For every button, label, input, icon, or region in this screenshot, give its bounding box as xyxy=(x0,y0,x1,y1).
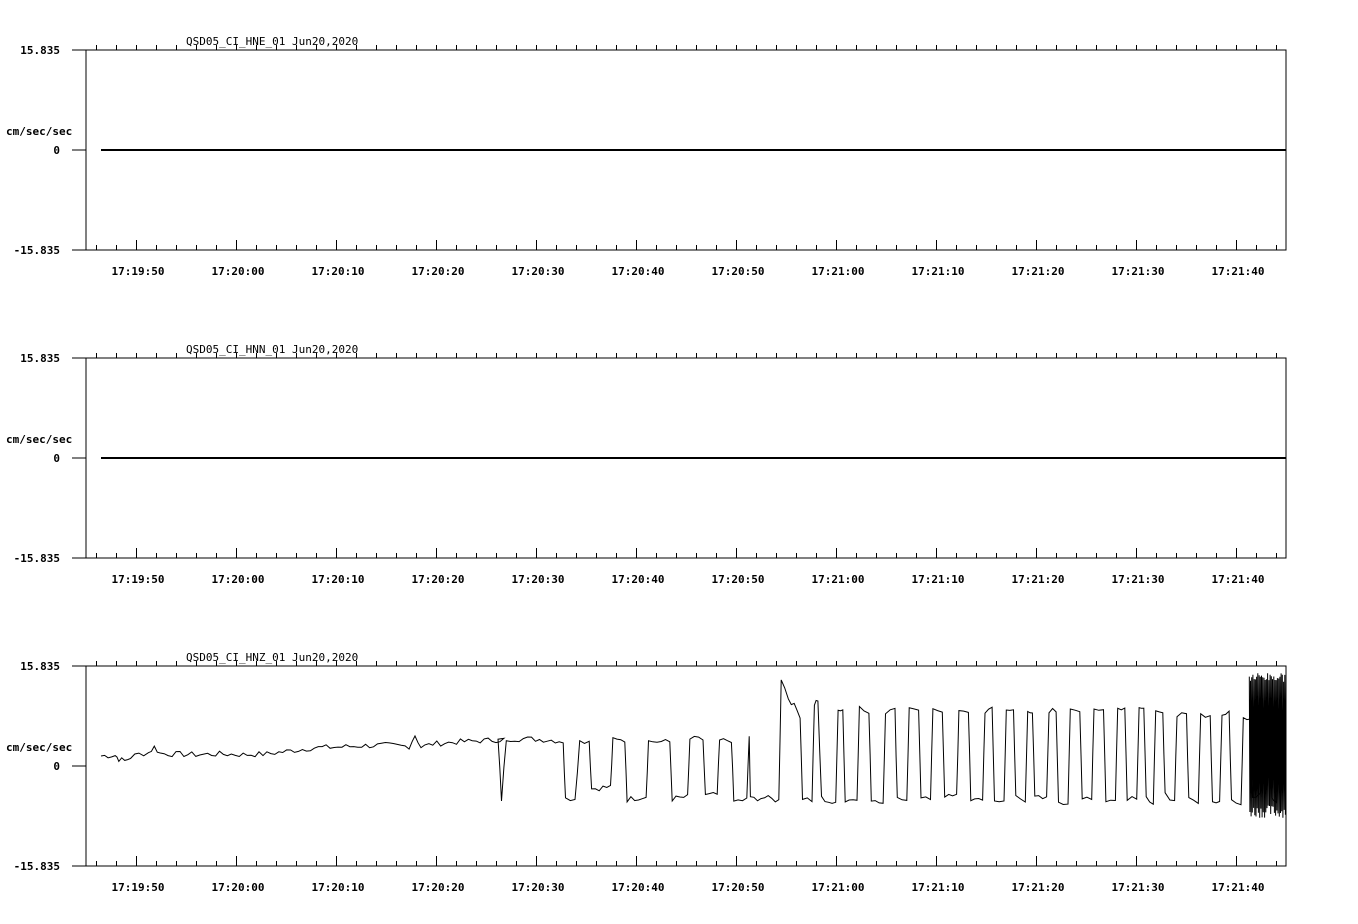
x-tick-label: 17:21:10 xyxy=(912,265,965,278)
y-axis-label: cm/sec/sec xyxy=(6,741,72,754)
panel-title: QSD05_CI_HNZ_01 Jun20,2020 xyxy=(186,651,358,664)
x-tick-label: 17:21:40 xyxy=(1212,573,1265,586)
x-tick-label: 17:20:50 xyxy=(712,265,765,278)
panel-title: QSD05_CI_HNE_01 Jun20,2020 xyxy=(186,35,358,48)
x-tick-label: 17:20:10 xyxy=(312,265,365,278)
panel-title: QSD05_CI_HNN_01 Jun20,2020 xyxy=(186,343,358,356)
y-tick-label: 15.835 xyxy=(20,44,60,57)
seismogram-figure: QSD05_CI_HNE_01 Jun20,2020 15.835 0 -15.835… xyxy=(6,35,1287,894)
y-tick-label: -15.835 xyxy=(14,244,60,257)
x-tick-label: 17:21:30 xyxy=(1112,881,1165,894)
x-tick-label: 17:20:00 xyxy=(212,573,265,586)
x-tick-label: 17:19:50 xyxy=(112,881,165,894)
x-tick-label: 17:20:40 xyxy=(612,573,665,586)
panel-2: QSD05_CI_HNZ_01 Jun20,2020 15.835 0 -15.835… xyxy=(6,651,1287,894)
x-tick-label: 17:20:00 xyxy=(212,881,265,894)
x-tick-label: 17:19:50 xyxy=(112,573,165,586)
y-axis-label: cm/sec/sec xyxy=(6,125,72,138)
x-tick-label: 17:20:50 xyxy=(712,573,765,586)
x-tick-label: 17:21:40 xyxy=(1212,881,1265,894)
x-tick-label: 17:20:10 xyxy=(312,881,365,894)
plot-frame xyxy=(85,665,1287,867)
x-tick-label: 17:20:20 xyxy=(412,265,465,278)
x-tick-label: 17:20:50 xyxy=(712,881,765,894)
x-tick-label: 17:19:50 xyxy=(112,265,165,278)
y-tick-label: -15.835 xyxy=(14,860,60,873)
y-tick-label: 15.835 xyxy=(20,352,60,365)
x-tick-label: 17:20:20 xyxy=(412,881,465,894)
x-tick-label: 17:20:30 xyxy=(512,573,565,586)
y-tick-label: 0 xyxy=(53,760,60,773)
panel-1: QSD05_CI_HNN_01 Jun20,2020 15.835 0 -15.835… xyxy=(6,343,1287,586)
y-tick-label: -15.835 xyxy=(14,552,60,565)
x-tick-label: 17:20:40 xyxy=(612,265,665,278)
x-tick-label: 17:21:10 xyxy=(912,573,965,586)
x-tick-label: 17:20:20 xyxy=(412,573,465,586)
x-tick-label: 17:20:40 xyxy=(612,881,665,894)
x-tick-label: 17:21:20 xyxy=(1012,573,1065,586)
x-tick-label: 17:21:20 xyxy=(1012,881,1065,894)
x-tick-label: 17:20:10 xyxy=(312,573,365,586)
series-burst xyxy=(1248,673,1287,818)
y-tick-label: 15.835 xyxy=(20,660,60,673)
y-tick-label: 0 xyxy=(53,144,60,157)
x-tick-label: 17:21:40 xyxy=(1212,265,1265,278)
x-tick-label: 17:21:20 xyxy=(1012,265,1065,278)
x-tick-label: 17:20:30 xyxy=(512,265,565,278)
series-line xyxy=(100,679,1282,806)
x-tick-label: 17:21:00 xyxy=(812,881,865,894)
x-tick-label: 17:21:30 xyxy=(1112,573,1165,586)
y-axis-label: cm/sec/sec xyxy=(6,433,72,446)
x-tick-label: 17:21:00 xyxy=(812,573,865,586)
x-tick-label: 17:21:10 xyxy=(912,881,965,894)
x-tick-label: 17:20:00 xyxy=(212,265,265,278)
x-tick-label: 17:21:00 xyxy=(812,265,865,278)
panel-0: QSD05_CI_HNE_01 Jun20,2020 15.835 0 -15.835… xyxy=(6,35,1287,278)
x-tick-label: 17:21:30 xyxy=(1112,265,1165,278)
y-tick-label: 0 xyxy=(53,452,60,465)
x-tick-label: 17:20:30 xyxy=(512,881,565,894)
